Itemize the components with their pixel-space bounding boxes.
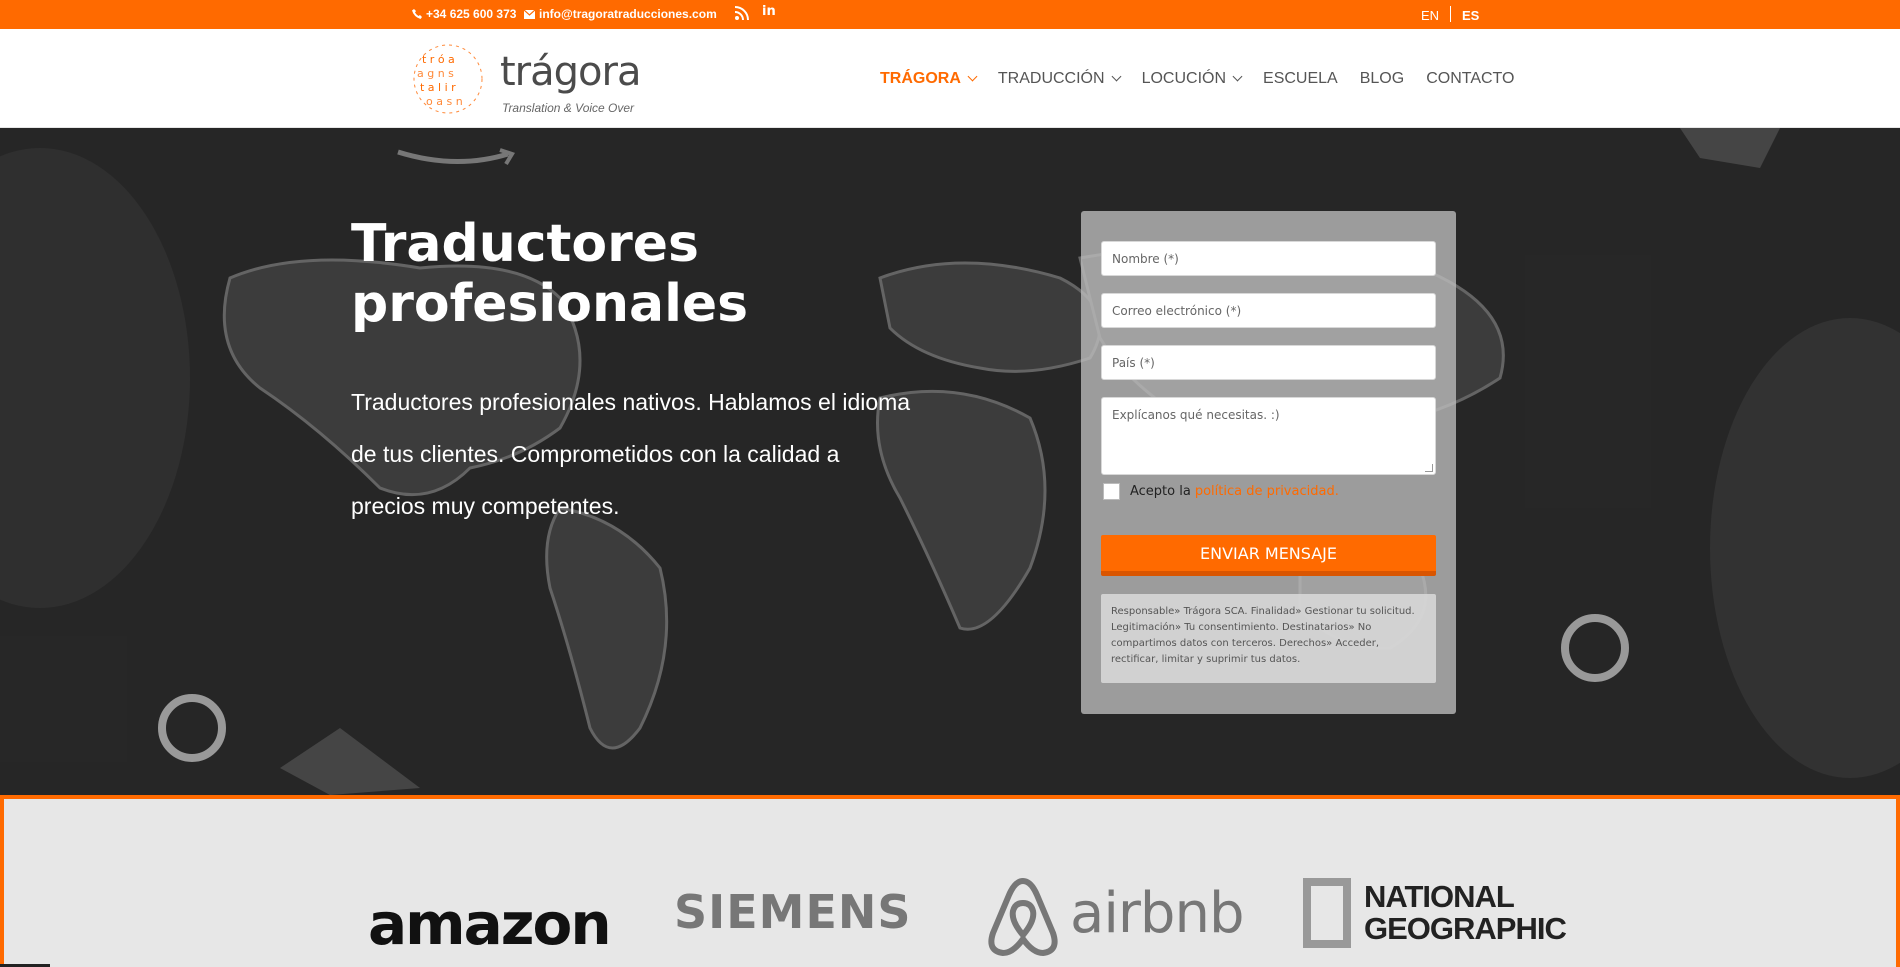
email-contact[interactable]: info@tragoratraducciones.com — [524, 7, 717, 21]
send-message-button[interactable]: ENVIAR MENSAJE — [1101, 535, 1436, 576]
message-placeholder: Explícanos qué necesitas. :) — [1112, 408, 1280, 422]
nav-item-label: ESCUELA — [1263, 69, 1338, 87]
phone-icon — [412, 9, 422, 19]
natgeo-line: NATIONAL — [1364, 879, 1515, 914]
main-nav: TRÁGORA TRADUCCIÓN LOCUCIÓN ESCUELA BLOG… — [880, 29, 1536, 128]
nav-item-label: CONTACTO — [1426, 69, 1515, 87]
logo-tagline: Translation & Voice Over — [502, 101, 635, 115]
nav-item-label: TRÁGORA — [880, 69, 961, 87]
top-bar: +34 625 600 373 info@tragoratraducciones… — [0, 0, 1900, 29]
logo-letters-icon: t r ó a a g n s t a l i r o a s n — [413, 44, 483, 114]
nav-item-locucion[interactable]: LOCUCIÓN — [1141, 69, 1243, 88]
nav-item-contacto[interactable]: CONTACTO — [1426, 70, 1514, 88]
hero-title: Traductores profesionales — [351, 214, 911, 334]
email-icon — [524, 9, 535, 19]
nav-item-label: BLOG — [1359, 69, 1405, 87]
resize-handle-icon[interactable] — [1425, 464, 1433, 472]
privacy-checkbox[interactable] — [1103, 483, 1120, 500]
svg-text:o a s n: o a s n — [426, 95, 463, 108]
clients-section: amazon SIEMENS airbnb NATIONAL GEOGRAPHI… — [0, 795, 1900, 967]
message-field[interactable]: Explícanos qué necesitas. :) — [1101, 397, 1436, 475]
svg-text:a g n s: a g n s — [417, 67, 454, 80]
amazon-smile-icon — [397, 148, 515, 166]
hero-description: Traductores profesionales nativos. Habla… — [351, 389, 911, 519]
chevron-down-icon — [1232, 71, 1243, 82]
nav-item-label: LOCUCIÓN — [1141, 69, 1227, 87]
email-field[interactable]: Correo electrónico (*) — [1101, 293, 1436, 328]
privacy-consent: Acepto la política de privacidad. — [1103, 483, 1339, 500]
contact-form: Nombre (*) Correo electrónico (*) País (… — [1081, 211, 1456, 714]
hero-title-line: Traductores — [351, 214, 700, 274]
phone-contact[interactable]: +34 625 600 373 — [412, 7, 516, 21]
nav-item-tragora[interactable]: TRÁGORA — [880, 69, 978, 88]
site-logo[interactable]: t r ó a a g n s t a l i r o a s n trágor… — [412, 41, 652, 117]
rss-icon[interactable] — [734, 5, 750, 21]
hero-section: Traductores profesionales Traductores pr… — [0, 128, 1900, 795]
email-address: info@tragoratraducciones.com — [539, 7, 717, 21]
svg-text:t r ó a: t r ó a — [422, 53, 455, 66]
natgeo-line: GEOGRAPHIC — [1364, 911, 1567, 946]
phone-number: +34 625 600 373 — [426, 7, 517, 21]
language-separator — [1450, 6, 1451, 22]
chevron-down-icon — [967, 71, 978, 82]
nav-item-blog[interactable]: BLOG — [1360, 70, 1404, 88]
logo-name: trágora — [500, 49, 641, 95]
natgeo-logo: NATIONAL GEOGRAPHIC — [1364, 879, 1567, 946]
hero-title-line: profesionales — [351, 274, 749, 334]
world-map-background — [0, 128, 1900, 795]
siemens-logo: SIEMENS — [674, 885, 912, 939]
country-field[interactable]: País (*) — [1101, 345, 1436, 380]
language-en-link[interactable]: EN — [1421, 8, 1439, 23]
nav-item-escuela[interactable]: ESCUELA — [1263, 70, 1338, 88]
airbnb-icon — [988, 877, 1058, 957]
legal-notice: Responsable» Trágora SCA. Finalidad» Ges… — [1101, 594, 1436, 683]
svg-text:t a l i r: t a l i r — [420, 81, 456, 94]
natgeo-frame-icon — [1303, 878, 1351, 948]
chevron-down-icon — [1111, 71, 1122, 82]
nav-item-label: TRADUCCIÓN — [997, 69, 1105, 87]
consent-label: Acepto la — [1130, 484, 1191, 499]
name-field[interactable]: Nombre (*) — [1101, 241, 1436, 276]
amazon-logo: amazon — [368, 890, 612, 958]
linkedin-icon[interactable]: in — [762, 4, 776, 19]
site-header: t r ó a a g n s t a l i r o a s n trágor… — [0, 29, 1900, 128]
language-es-link[interactable]: ES — [1462, 8, 1479, 23]
privacy-policy-link[interactable]: política de privacidad. — [1195, 484, 1339, 499]
airbnb-logo: airbnb — [1070, 881, 1244, 946]
nav-item-traduccion[interactable]: TRADUCCIÓN — [997, 69, 1122, 88]
